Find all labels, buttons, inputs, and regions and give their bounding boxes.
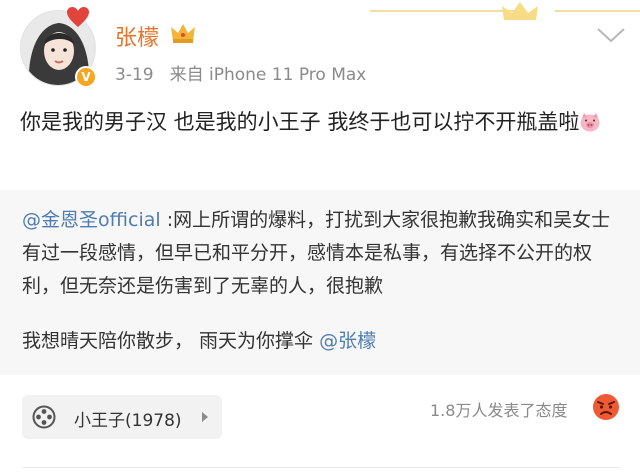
- repost-text: @金恩圣official :网上所谓的爆料，打扰到大家很抱歉我确实和吴女士有过一…: [22, 204, 622, 303]
- header-decoration: [370, 10, 520, 12]
- divider: [22, 467, 620, 468]
- quote-mention[interactable]: @张檬: [319, 330, 376, 352]
- username[interactable]: 张檬: [115, 20, 159, 52]
- post-source: 来自 iPhone 11 Pro Max: [169, 65, 367, 85]
- avatar[interactable]: V: [20, 7, 97, 88]
- reactions-count[interactable]: 1.8万人发表了态度: [430, 397, 567, 421]
- angry-face-icon[interactable]: [592, 393, 620, 421]
- music-title: 小王子(1978): [74, 411, 182, 431]
- repost-quote: 我想晴天陪你散步， 雨天为你撑伞 @张檬: [22, 326, 376, 353]
- post-header: V 张檬 3-19 来自 iPhone 11 Pro Max: [0, 0, 640, 95]
- repost-mention[interactable]: @金恩圣official: [22, 209, 161, 231]
- crown-icon: [171, 24, 195, 43]
- header-decoration: [555, 10, 640, 12]
- post-text: 你是我的男子汉 也是我的小王子 我终于也可以拧不开瓶盖啦: [20, 110, 580, 134]
- repost-card[interactable]: @金恩圣official :网上所谓的爆料，打扰到大家很抱歉我确实和吴女士有过一…: [0, 190, 640, 375]
- film-reel-icon: [32, 405, 56, 429]
- post-footer: 小王子(1978) 1.8万人发表了态度: [0, 375, 640, 475]
- quote-text: 我想晴天陪你散步， 雨天为你撑伞: [22, 330, 320, 352]
- chevron-down-icon[interactable]: [596, 26, 626, 44]
- play-icon: [202, 412, 208, 422]
- decorative-crown-icon: [502, 2, 538, 20]
- post-meta: 3-19 来自 iPhone 11 Pro Max: [115, 60, 366, 85]
- post-date: 3-19: [115, 65, 154, 85]
- post-body: 你是我的男子汉 也是我的小王子 我终于也可以拧不开瓶盖啦: [20, 104, 620, 141]
- pig-emoji-icon: [579, 112, 601, 132]
- heart-ornament-icon: [67, 7, 89, 27]
- music-card[interactable]: 小王子(1978): [22, 395, 222, 439]
- verified-v-icon: V: [75, 66, 97, 88]
